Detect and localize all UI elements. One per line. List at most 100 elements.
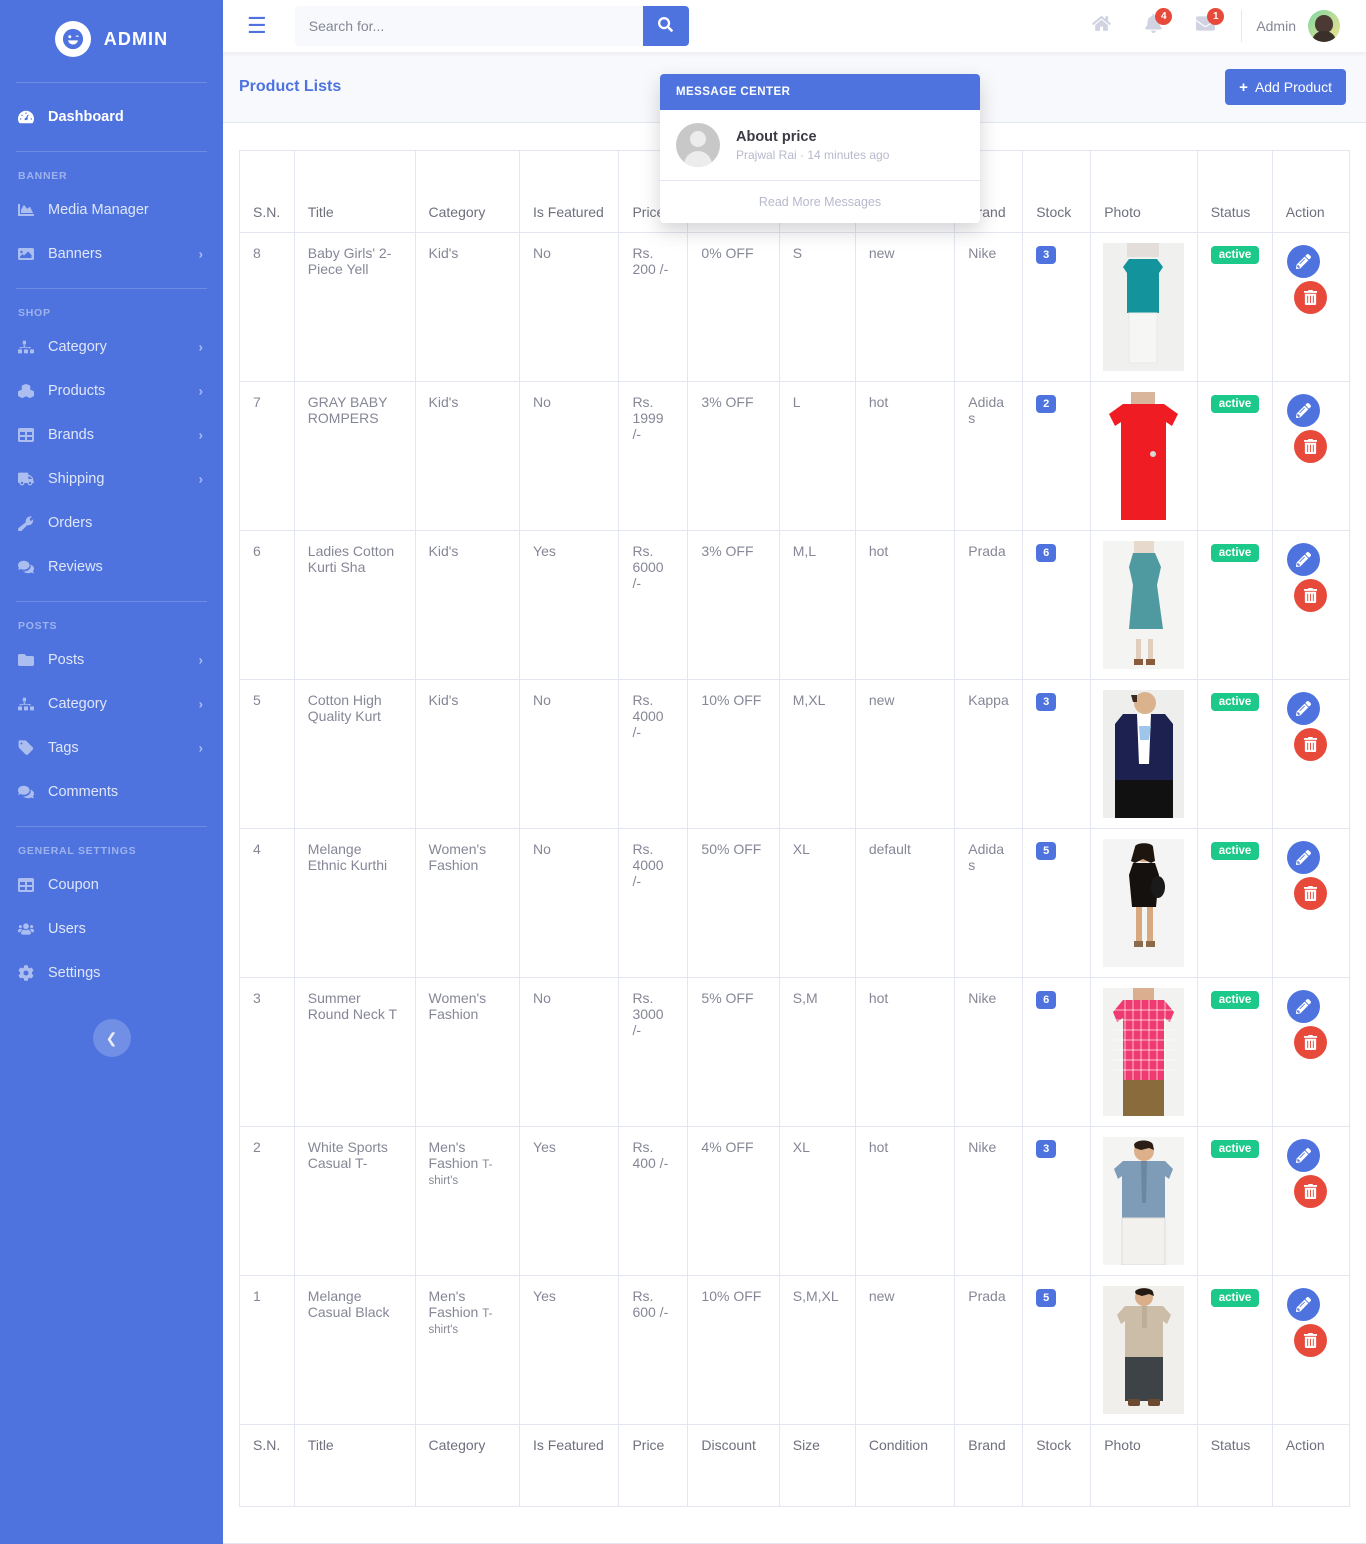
- cell-condition: hot: [855, 382, 954, 531]
- row-actions: [1286, 841, 1336, 910]
- cell-title: Melange Casual Black: [294, 1276, 415, 1425]
- col-is-featured[interactable]: Is Featured: [520, 151, 619, 233]
- cell-stock: 3: [1023, 680, 1091, 829]
- trash-icon[interactable]: [1294, 281, 1327, 314]
- cell-sn: 7: [240, 382, 295, 531]
- cell-photo: [1091, 680, 1198, 829]
- user-menu[interactable]: Admin: [1256, 10, 1340, 42]
- sidebar-item-orders[interactable]: Orders: [0, 501, 223, 545]
- message-item[interactable]: About price Prajwal Rai · 14 minutes ago: [660, 110, 980, 181]
- table-row: 3Summer Round Neck TWomen's FashionNoRs.…: [240, 978, 1350, 1127]
- edit-icon[interactable]: [1287, 990, 1320, 1023]
- col-action[interactable]: Action: [1272, 151, 1349, 233]
- cell-size: S,M,XL: [779, 1276, 855, 1425]
- sidebar-heading-shop: SHOP: [0, 301, 223, 325]
- cell-photo: [1091, 531, 1198, 680]
- cell-action: [1272, 233, 1349, 382]
- col-stock[interactable]: Stock: [1023, 151, 1091, 233]
- content-area: Product Lists + Add Product S.N.: [223, 52, 1366, 1544]
- read-more-messages-link[interactable]: Read More Messages: [660, 181, 980, 223]
- comments-icon: [18, 784, 42, 800]
- cell-price: Rs. 6000 /-: [619, 531, 688, 680]
- table-icon: [18, 427, 42, 443]
- cell-size: L: [779, 382, 855, 531]
- col-photo[interactable]: Photo: [1091, 151, 1198, 233]
- alerts-button[interactable]: 4: [1127, 0, 1179, 52]
- sidebar-item-brands[interactable]: Brands ›: [0, 413, 223, 457]
- sidebar-item-tags[interactable]: Tags ›: [0, 726, 223, 770]
- row-actions: [1286, 394, 1336, 463]
- page-title: Product Lists: [239, 78, 341, 96]
- table-row: 2White Sports Casual T-Men's Fashion T-s…: [240, 1127, 1350, 1276]
- edit-icon[interactable]: [1287, 245, 1320, 278]
- sidebar-toggle-button[interactable]: ❮: [93, 1019, 131, 1057]
- cell-status: active: [1197, 978, 1272, 1127]
- edit-icon[interactable]: [1287, 1288, 1320, 1321]
- sidebar-item-settings[interactable]: Settings: [0, 951, 223, 995]
- search-button[interactable]: [643, 6, 689, 46]
- sidebar-item-label: Settings: [48, 965, 100, 981]
- hamburger-icon[interactable]: ☰: [247, 15, 267, 37]
- sidebar-item-posts[interactable]: Posts ›: [0, 638, 223, 682]
- truck-icon: [18, 471, 42, 487]
- edit-icon[interactable]: [1287, 841, 1320, 874]
- cell-is-featured: No: [520, 382, 619, 531]
- foot-stock: Stock: [1023, 1425, 1091, 1507]
- cell-price: Rs. 4000 /-: [619, 680, 688, 829]
- sidebar-item-shop-category[interactable]: Category ›: [0, 325, 223, 369]
- row-actions: [1286, 1139, 1336, 1208]
- sidebar-item-coupon[interactable]: Coupon: [0, 863, 223, 907]
- trash-icon[interactable]: [1294, 1026, 1327, 1059]
- sidebar-item-dashboard[interactable]: Dashboard: [0, 95, 223, 139]
- sidebar-item-users[interactable]: Users: [0, 907, 223, 951]
- sidebar-item-products[interactable]: Products ›: [0, 369, 223, 413]
- col-category[interactable]: Category: [415, 151, 520, 233]
- cell-sn: 6: [240, 531, 295, 680]
- edit-icon[interactable]: [1287, 1139, 1320, 1172]
- edit-icon[interactable]: [1287, 692, 1320, 725]
- sidebar-item-comments[interactable]: Comments: [0, 770, 223, 814]
- search-form: [295, 6, 689, 46]
- message-center-title: MESSAGE CENTER: [660, 74, 980, 110]
- cell-condition: hot: [855, 531, 954, 680]
- trash-icon[interactable]: [1294, 579, 1327, 612]
- topbar-separator: [1241, 10, 1242, 42]
- cell-action: [1272, 1127, 1349, 1276]
- messages-button[interactable]: 1: [1179, 0, 1231, 52]
- trash-icon[interactable]: [1294, 430, 1327, 463]
- cell-category-main: Men's Fashion: [429, 1288, 479, 1320]
- cell-is-featured: No: [520, 978, 619, 1127]
- col-status[interactable]: Status: [1197, 151, 1272, 233]
- product-table-body: 8Baby Girls' 2-Piece YellKid'sNoRs. 200 …: [240, 233, 1350, 1425]
- table-row: 7GRAY BABY ROMPERSKid'sNoRs. 1999 /-3% O…: [240, 382, 1350, 531]
- edit-icon[interactable]: [1287, 394, 1320, 427]
- table-footer-row: S.N. Title Category Is Featured Price Di…: [240, 1425, 1350, 1507]
- cell-sn: 2: [240, 1127, 295, 1276]
- cell-title: White Sports Casual T-: [294, 1127, 415, 1276]
- cell-status: active: [1197, 829, 1272, 978]
- search-input[interactable]: [295, 6, 643, 46]
- chevron-right-icon: ›: [199, 697, 203, 712]
- trash-icon[interactable]: [1294, 728, 1327, 761]
- sidebar: ADMIN Dashboard BANNER Media Manager Ban…: [0, 0, 223, 1544]
- brand[interactable]: ADMIN: [0, 0, 223, 70]
- app-root: ADMIN Dashboard BANNER Media Manager Ban…: [0, 0, 1366, 1544]
- edit-icon[interactable]: [1287, 543, 1320, 576]
- cell-discount: 10% OFF: [688, 1276, 779, 1425]
- sidebar-item-reviews[interactable]: Reviews: [0, 545, 223, 589]
- product-thumbnail: [1103, 690, 1184, 818]
- col-title[interactable]: Title: [294, 151, 415, 233]
- home-button[interactable]: [1075, 0, 1127, 52]
- sidebar-item-banners[interactable]: Banners ›: [0, 232, 223, 276]
- trash-icon[interactable]: [1294, 1324, 1327, 1357]
- sidebar-item-shipping[interactable]: Shipping ›: [0, 457, 223, 501]
- trash-icon[interactable]: [1294, 877, 1327, 910]
- col-sn[interactable]: S.N.: [240, 151, 295, 233]
- sidebar-item-posts-category[interactable]: Category ›: [0, 682, 223, 726]
- trash-icon[interactable]: [1294, 1175, 1327, 1208]
- sidebar-item-media-manager[interactable]: Media Manager: [0, 188, 223, 232]
- product-thumbnail: [1103, 988, 1184, 1116]
- add-product-button[interactable]: + Add Product: [1225, 69, 1346, 105]
- cell-stock: 5: [1023, 1276, 1091, 1425]
- cell-is-featured: No: [520, 680, 619, 829]
